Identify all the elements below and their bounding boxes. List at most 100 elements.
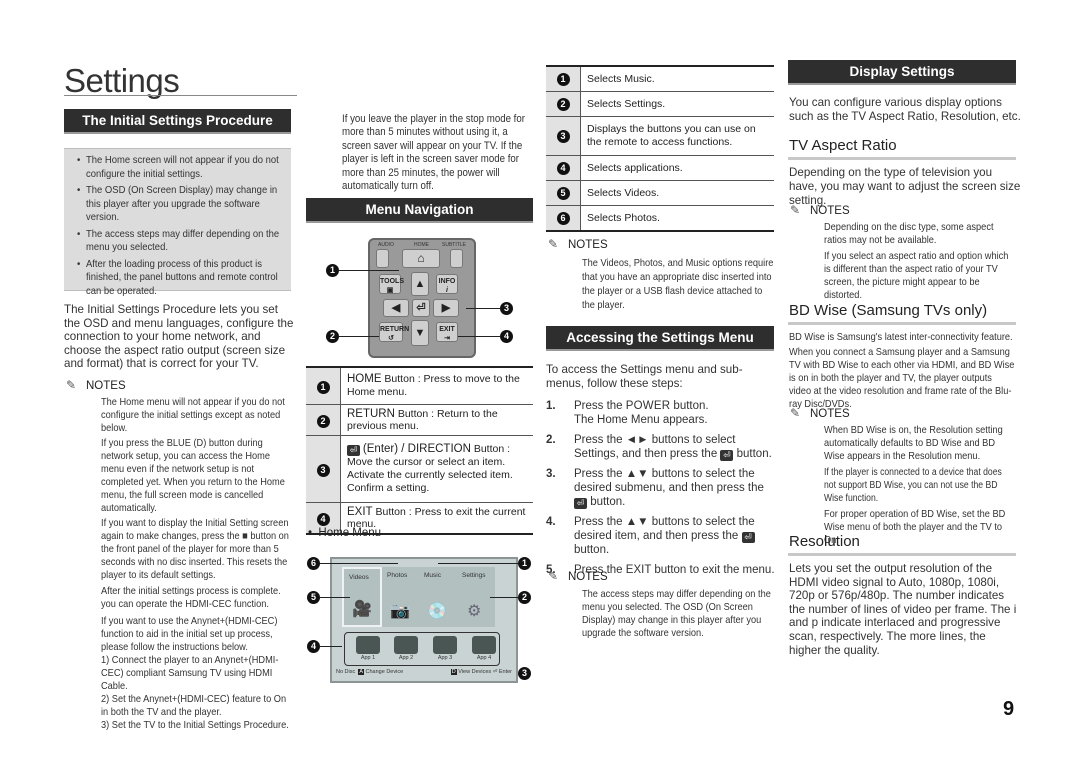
callout-line <box>320 597 350 598</box>
table-row: 3 Displays the buttons you can use on the… <box>546 116 774 156</box>
app-4-tile[interactable] <box>472 636 496 654</box>
page-number: 9 <box>1003 698 1015 720</box>
step-text: button to exit the menu. <box>651 564 775 576</box>
callout-4: 4 <box>307 640 320 653</box>
desc-line: Activate the currently selected item. <box>347 469 513 481</box>
pencil-icon: ✎ <box>548 237 559 251</box>
tile-label: Videos <box>349 574 369 581</box>
up-button[interactable]: ▲ <box>411 272 429 296</box>
enter-button[interactable]: ⏎ <box>412 299 430 317</box>
initial-settings-notes: The Home menu will not appear if you do … <box>101 396 321 732</box>
table-row: 6 Selects Photos. <box>546 205 774 232</box>
d-key-icon: D <box>450 669 457 675</box>
number-badge: 1 <box>316 381 330 394</box>
notes-label: NOTES <box>86 380 126 392</box>
camera-icon: 📷 <box>390 603 410 620</box>
bd-wise-notes: When BD Wise is on, the Resolution setti… <box>824 424 1042 547</box>
row-number: 2 <box>306 404 341 436</box>
notes-label: NOTES <box>568 571 608 583</box>
step-text: , and then press the <box>615 448 721 460</box>
app-label: App 2 <box>398 655 414 661</box>
heading-rule <box>788 157 1016 160</box>
notes-heading: ✎ NOTES <box>790 406 850 420</box>
audio-button[interactable] <box>376 249 389 268</box>
step-text: button. <box>670 400 709 412</box>
arrow-left-icon: ◀ <box>391 302 401 314</box>
step-keyword: POWER <box>625 400 671 412</box>
row-description: HOME Button : Press to move to the Home … <box>340 366 533 405</box>
row-description: Selects Music. <box>580 65 774 92</box>
number-badge: 4 <box>556 161 570 175</box>
step-item: 3. Press the ▲▼ buttons to select the des… <box>546 467 778 509</box>
arrow-up-icon: ▲ <box>414 278 426 290</box>
table-row: 2 RETURN Button : Return to the previous… <box>306 404 533 436</box>
table-row: 3 ⏎ (Enter) / DIRECTION Button : Move th… <box>306 435 533 503</box>
left-button[interactable]: ◀ <box>383 299 409 317</box>
resolution-heading: Resolution <box>789 533 860 550</box>
number-badge: 1 <box>556 72 570 86</box>
app-1-tile[interactable] <box>356 636 380 654</box>
notes-text: The Videos, Photos, and Music options re… <box>582 257 774 311</box>
bd-wise-heading: BD Wise (Samsung TVs only) <box>789 302 988 319</box>
tile-label: Settings <box>462 572 486 579</box>
initial-settings-intro: The Initial Settings Procedure lets you … <box>64 303 294 371</box>
note-text: If you want to use the Anynet+(HDMI-CEC)… <box>101 615 278 653</box>
pencil-icon: ✎ <box>66 378 77 392</box>
initial-settings-info-box: The Home screen will not appear if you d… <box>64 148 291 297</box>
notes-heading: ✎ NOTES <box>790 203 850 217</box>
menu-navigation-table: 1 HOME Button : Press to move to the Hom… <box>306 366 533 535</box>
table-row: 1 Selects Music. <box>546 65 774 92</box>
number-badge: 5 <box>556 186 570 200</box>
desc-line: Confirm a setting. <box>347 482 430 494</box>
home-button[interactable]: ⌂ <box>402 249 440 268</box>
callout-4: 4 <box>500 330 513 343</box>
enter-icon: ⏎ <box>741 532 755 543</box>
row-number: 1 <box>306 366 341 405</box>
note-text: If you select an aspect ratio and option… <box>824 250 1009 301</box>
callout-line <box>320 563 398 564</box>
right-button[interactable]: ▶ <box>433 299 459 317</box>
audio-label: AUDIO <box>378 242 394 248</box>
tv-aspect-ratio-heading: TV Aspect Ratio <box>789 137 897 154</box>
exit-button[interactable]: EXIT ⇥ <box>436 322 458 342</box>
callout-line <box>339 270 399 271</box>
row-number: 5 <box>546 180 581 206</box>
row-description: Selects Photos. <box>580 205 774 232</box>
callout-3: 3 <box>500 302 513 315</box>
notes-heading: ✎ NOTES <box>548 569 608 583</box>
home-menu-label: Home Menu <box>318 527 382 539</box>
callout-line <box>320 646 342 647</box>
info-icon: i <box>446 287 448 294</box>
app-label: App 3 <box>437 655 453 661</box>
button-name: EXIT <box>347 506 373 518</box>
return-button[interactable]: RETURN ↺ <box>379 322 409 342</box>
no-disc-label: No Disc <box>336 669 356 675</box>
aspect-ratio-text: Depending on the type of television you … <box>789 166 1021 207</box>
step-item: 2. Press the ◄► buttons to select Setting… <box>546 433 778 461</box>
app-2-tile[interactable] <box>394 636 418 654</box>
note-text: When BD Wise is on, the Resolution setti… <box>824 424 1003 462</box>
bd-wise-text: BD Wise is Samsung's latest inter-connec… <box>789 331 1047 411</box>
tile-photos[interactable]: Photos 📷 <box>382 567 419 627</box>
enter-icon: ⏎ <box>574 498 587 509</box>
view-devices-label: View Devices <box>458 669 492 675</box>
callout-line <box>458 336 500 337</box>
tools-button[interactable]: TOOLS ▣ <box>379 274 404 294</box>
callout-5: 5 <box>307 591 320 604</box>
row-description: Displays the buttons you can use on the … <box>580 116 774 156</box>
info-button[interactable]: INFO i <box>436 274 458 294</box>
note-text: If you press the BLUE (D) button during … <box>101 437 285 514</box>
subtitle-button[interactable] <box>450 249 463 268</box>
heading-rule <box>788 553 1016 556</box>
note-text: 2) Set the Anynet+(HDMI-CEC) feature to … <box>101 693 287 718</box>
section-header-display-settings: Display Settings <box>788 60 1016 85</box>
row-number: 3 <box>546 116 581 156</box>
down-button[interactable]: ▼ <box>411 320 429 346</box>
app-3-tile[interactable] <box>433 636 457 654</box>
row-number: 3 <box>306 435 341 503</box>
step-text: button. <box>574 544 610 556</box>
tile-music[interactable]: Music 💿 <box>419 567 457 627</box>
step-text: Press the <box>574 400 626 412</box>
bd-wise-paragraph: When you connect a Samsung player and a … <box>789 346 1015 410</box>
aspect-notes: Depending on the disc type, some aspect … <box>824 221 1040 302</box>
